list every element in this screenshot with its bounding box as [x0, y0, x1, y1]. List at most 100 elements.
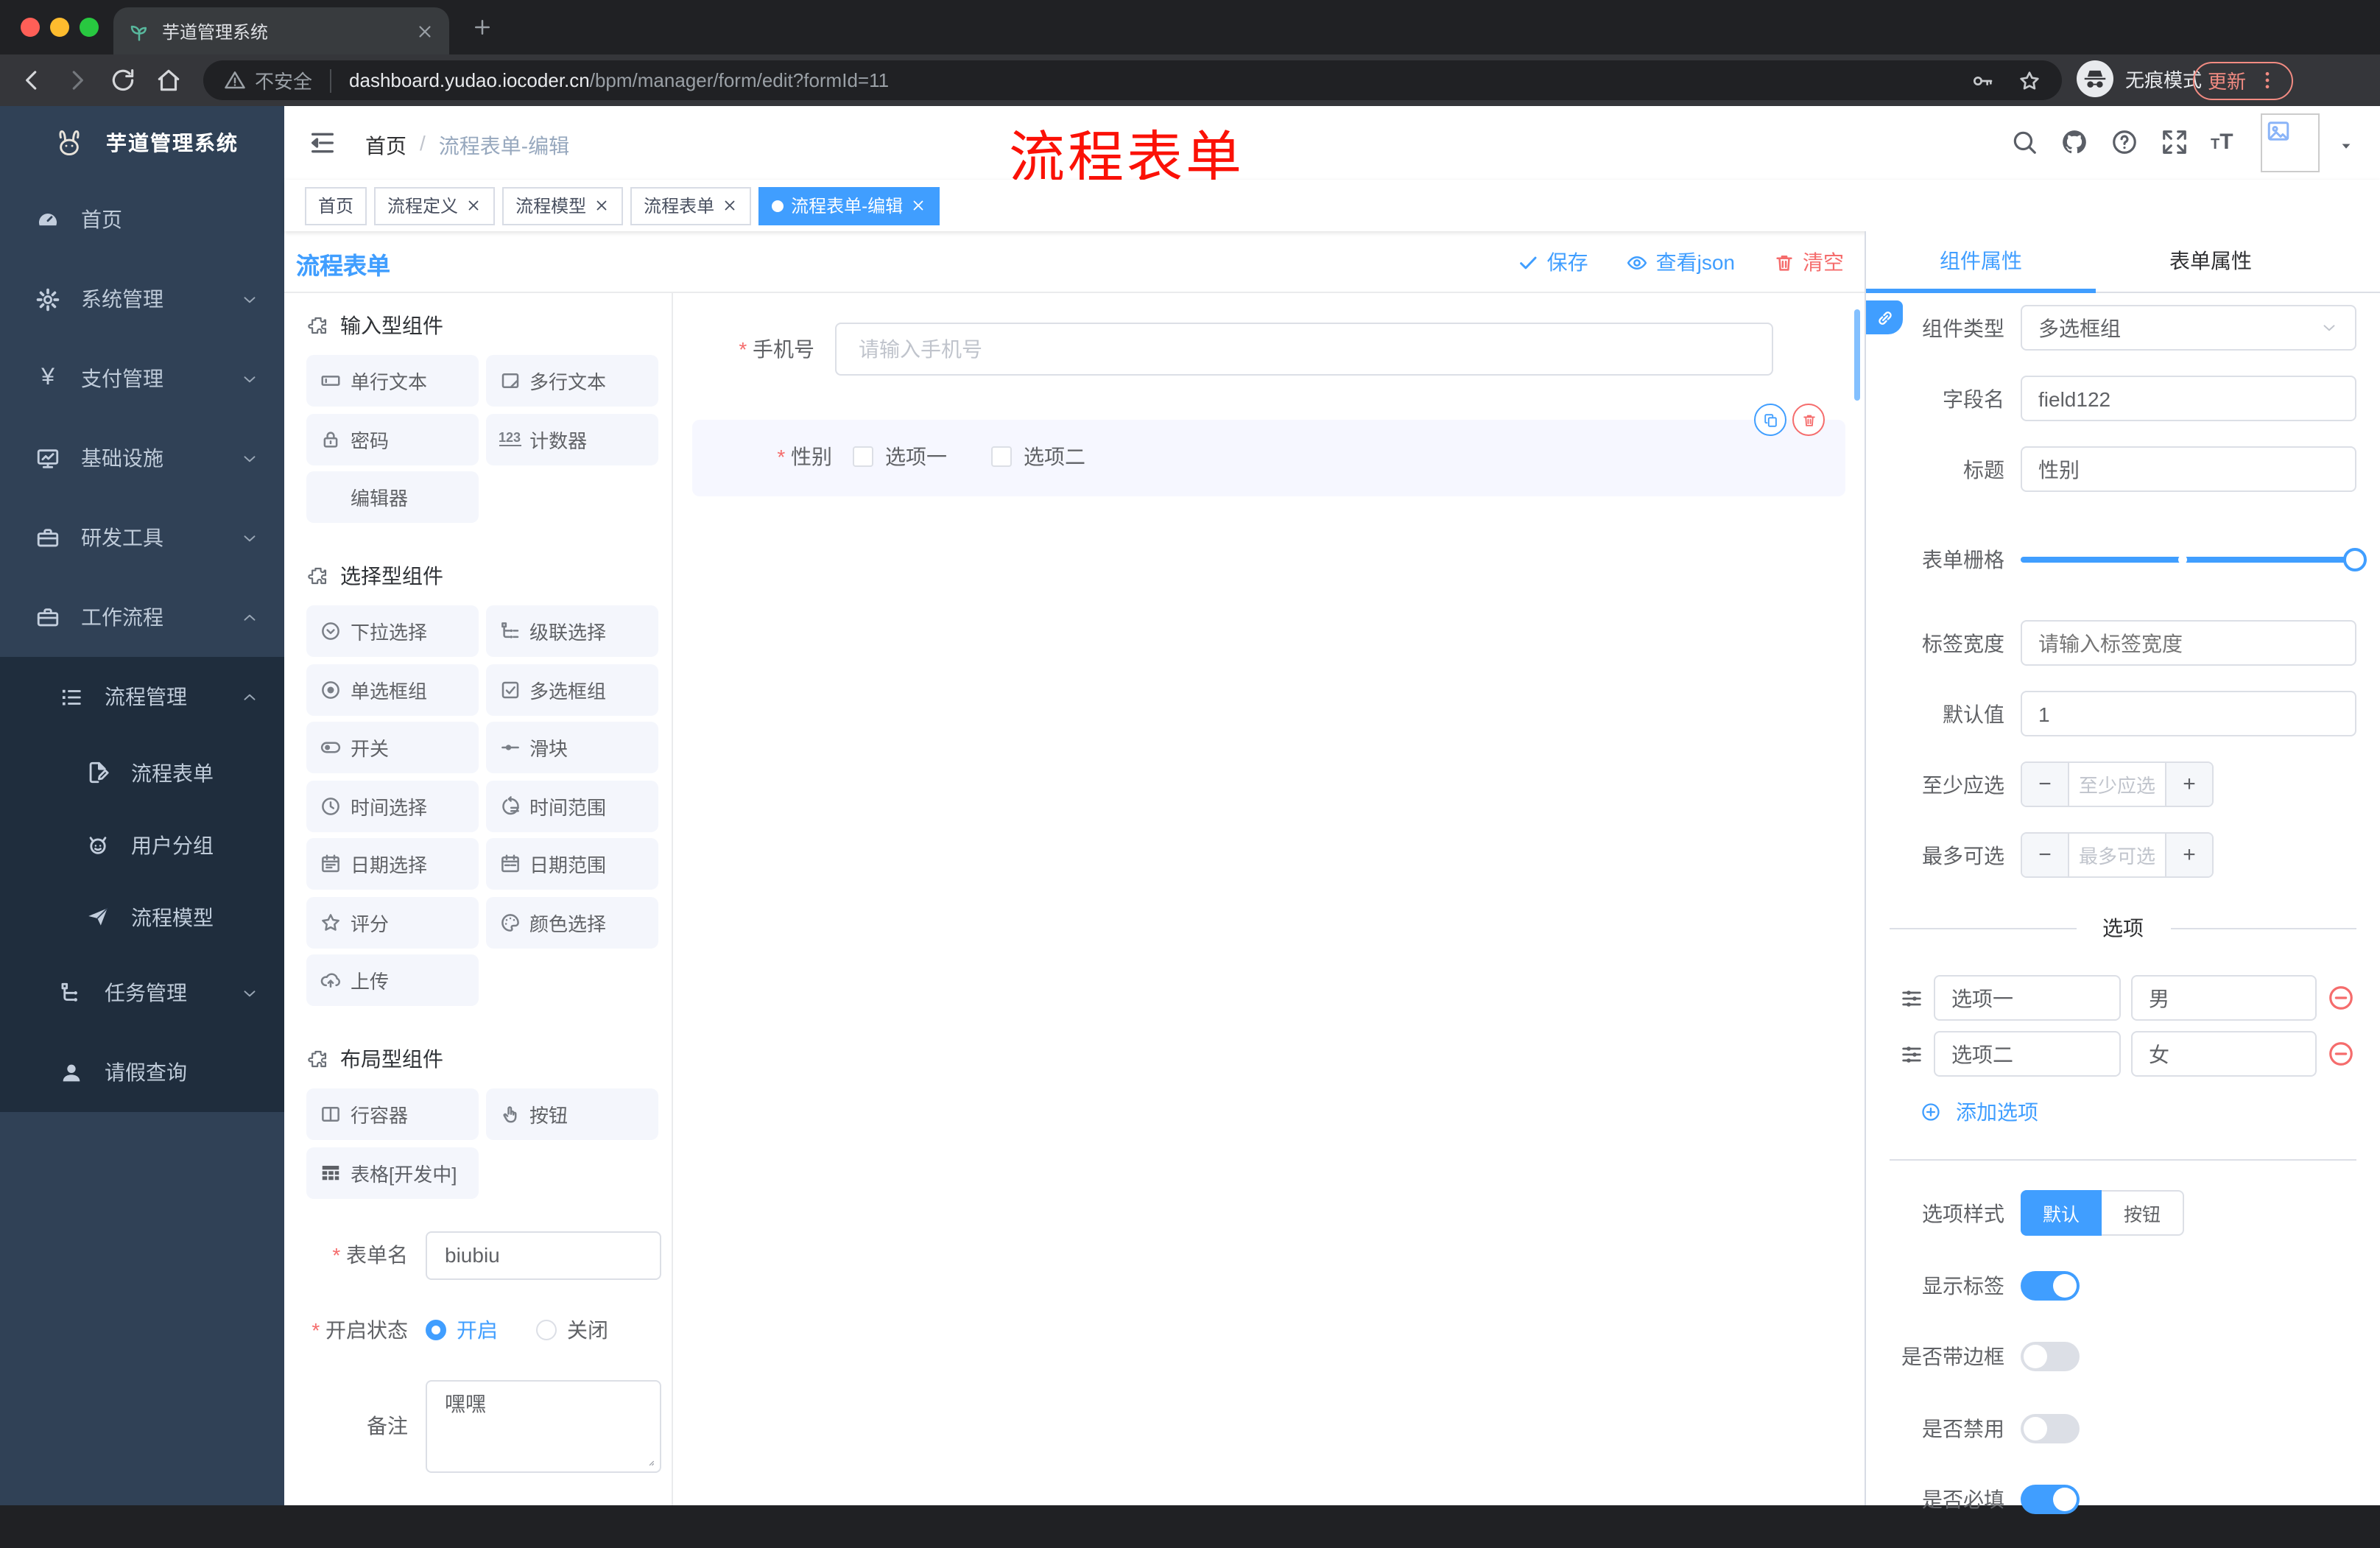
palette-item-password[interactable]: 密码	[306, 413, 479, 465]
bookmark-star-icon[interactable]	[2018, 68, 2041, 92]
palette-item-button[interactable]: 按钮	[485, 1088, 658, 1140]
back-button[interactable]	[18, 66, 46, 94]
palette-item-color[interactable]: 颜色选择	[485, 896, 658, 948]
save-button[interactable]: 保存	[1518, 247, 1588, 277]
tag-process-form[interactable]: 流程表单	[630, 186, 752, 225]
delete-component-button[interactable]	[1792, 404, 1825, 436]
palette-item-cascader[interactable]: 级联选择	[485, 605, 658, 657]
option1-value-input[interactable]	[2131, 975, 2317, 1021]
tab-component-props[interactable]: 组件属性	[1866, 231, 2096, 292]
reload-button[interactable]	[109, 66, 137, 94]
tag-close-icon[interactable]	[465, 197, 482, 214]
canvas-scrollbar-thumb[interactable]	[1854, 309, 1860, 401]
sidebar-item-system[interactable]: 系统管理	[0, 259, 284, 339]
copy-component-button[interactable]	[1754, 404, 1786, 436]
palette-item-time-range[interactable]: 时间范围	[485, 780, 658, 831]
label-width-input[interactable]	[2021, 620, 2356, 666]
resize-corner-icon[interactable]	[642, 1453, 657, 1468]
border-switch[interactable]	[2021, 1342, 2080, 1371]
palette-item-table[interactable]: 表格[开发中]	[306, 1147, 479, 1198]
home-button[interactable]	[155, 66, 183, 94]
sidebar-item-leave-query[interactable]: 请假查询	[0, 1032, 284, 1112]
remove-option-icon[interactable]	[2327, 984, 2355, 1012]
font-size-icon[interactable]: TT	[2211, 128, 2233, 159]
palette-item-date-range[interactable]: 日期范围	[485, 838, 658, 890]
tab-close-icon[interactable]	[415, 21, 434, 41]
palette-item-rate[interactable]: 评分	[306, 896, 479, 948]
slider-track[interactable]	[2021, 547, 2367, 571]
tab-form-props[interactable]: 表单属性	[2096, 231, 2326, 292]
checkbox-option2[interactable]	[991, 446, 1012, 467]
palette-item-single-text[interactable]: 单行文本	[306, 355, 479, 407]
sidebar-item-process-manage[interactable]: 流程管理	[0, 657, 284, 736]
search-icon[interactable]	[2010, 128, 2038, 156]
forward-button[interactable]	[63, 66, 91, 94]
clear-button[interactable]: 清空	[1773, 247, 1844, 277]
palette-item-switch[interactable]: 开关	[306, 722, 479, 773]
style-button-button[interactable]: 按钮	[2102, 1190, 2185, 1236]
help-icon[interactable]	[2110, 128, 2138, 156]
slider-handle[interactable]	[2343, 547, 2367, 571]
tag-home[interactable]: 首页	[305, 186, 367, 225]
phone-input[interactable]: 请输入手机号	[835, 323, 1773, 376]
stepper-plus-button[interactable]: +	[2166, 763, 2212, 806]
status-radio-on[interactable]: 开启	[426, 1315, 498, 1344]
sidebar-item-user-group[interactable]: 用户分组	[0, 809, 284, 881]
disabled-switch[interactable]	[2021, 1413, 2080, 1443]
required-switch[interactable]	[2021, 1485, 2080, 1514]
sidebar-item-home[interactable]: 首页	[0, 180, 284, 259]
browser-tab[interactable]: 芋道管理系统	[113, 7, 449, 54]
new-tab-button[interactable]	[471, 16, 493, 38]
max-select-input[interactable]: 最多可选	[2068, 834, 2166, 876]
breadcrumb-home[interactable]: 首页	[365, 131, 406, 161]
canvas-field-phone[interactable]: 手机号 请输入手机号	[675, 323, 1865, 376]
stepper-minus-button[interactable]: −	[2022, 763, 2068, 806]
sidebar-item-pay[interactable]: ¥ 支付管理	[0, 339, 284, 418]
palette-item-row-container[interactable]: 行容器	[306, 1088, 479, 1140]
window-close-button[interactable]	[21, 18, 40, 37]
window-minimize-button[interactable]	[50, 18, 69, 37]
component-type-select[interactable]: 多选框组	[2021, 305, 2356, 351]
status-radio-off[interactable]: 关闭	[536, 1315, 608, 1344]
stepper-plus-button[interactable]: +	[2166, 834, 2212, 876]
remove-option-icon[interactable]	[2327, 1040, 2355, 1068]
palette-item-counter[interactable]: 123 计数器	[485, 413, 658, 465]
fullscreen-icon[interactable]	[2161, 128, 2189, 156]
tag-close-icon[interactable]	[910, 197, 926, 214]
min-select-input[interactable]: 至少应选	[2068, 763, 2166, 806]
style-default-button[interactable]: 默认	[2021, 1190, 2102, 1236]
option1-label-input[interactable]	[1934, 975, 2121, 1021]
palette-item-editor[interactable]: 编辑器	[306, 471, 479, 523]
sidebar-item-devtools[interactable]: 研发工具	[0, 498, 284, 577]
tag-process-definition[interactable]: 流程定义	[374, 186, 496, 225]
show-label-switch[interactable]	[2021, 1270, 2080, 1300]
github-icon[interactable]	[2060, 128, 2088, 156]
checkbox-option1[interactable]	[853, 446, 873, 467]
sidebar-item-process-model[interactable]: 流程模型	[0, 881, 284, 953]
drag-handle-icon[interactable]	[1900, 1042, 1923, 1066]
default-value-input[interactable]	[2021, 691, 2356, 736]
sidebar-logo[interactable]: 芋道管理系统	[0, 106, 284, 180]
palette-item-radio-group[interactable]: 单选框组	[306, 664, 479, 715]
sidebar-item-infra[interactable]: 基础设施	[0, 418, 284, 498]
view-json-button[interactable]: 查看json	[1627, 247, 1735, 277]
palette-item-checkbox-group[interactable]: 多选框组	[485, 664, 658, 715]
sidebar-item-process-form[interactable]: 流程表单	[0, 736, 284, 809]
password-key-icon[interactable]	[1971, 68, 1994, 92]
stepper-minus-button[interactable]: −	[2022, 834, 2068, 876]
palette-item-multi-text[interactable]: 多行文本	[485, 355, 658, 407]
tag-process-model[interactable]: 流程模型	[502, 186, 624, 225]
sidebar-item-task-manage[interactable]: 任务管理	[0, 953, 284, 1032]
form-name-input[interactable]	[426, 1231, 661, 1279]
selected-component-gender[interactable]: 性别 选项一 选项二	[692, 404, 1845, 496]
palette-item-time[interactable]: 时间选择	[306, 780, 479, 831]
palette-item-date[interactable]: 日期选择	[306, 838, 479, 890]
title-input[interactable]	[2021, 446, 2356, 492]
tag-close-icon[interactable]	[594, 197, 610, 214]
avatar[interactable]	[2261, 113, 2320, 172]
option2-value-input[interactable]	[2131, 1031, 2317, 1077]
field-name-input[interactable]	[2021, 376, 2356, 421]
drag-handle-icon[interactable]	[1900, 986, 1923, 1010]
address-bar[interactable]: 不安全 dashboard.yudao.iocoder.cn/bpm/manag…	[203, 60, 2062, 100]
palette-item-slider[interactable]: 滑块	[485, 722, 658, 773]
